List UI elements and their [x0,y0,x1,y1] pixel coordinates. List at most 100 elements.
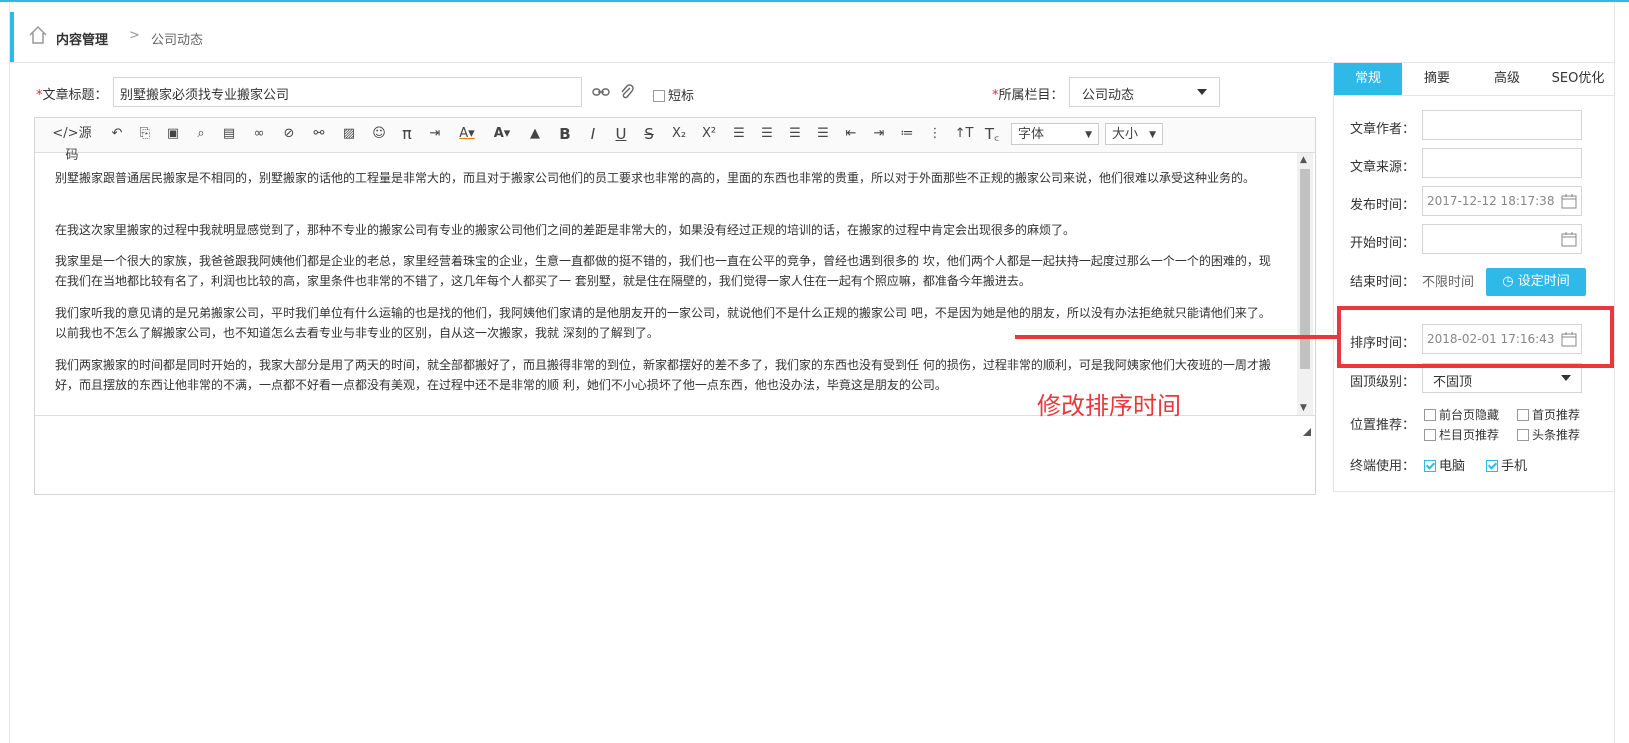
link-icon[interactable] [592,85,610,99]
breadcrumb-current: 公司动态 [151,33,204,48]
template-icon[interactable]: ▤ [219,123,239,145]
resize-handle-icon[interactable] [1303,428,1311,436]
editor-scrollbar[interactable]: ▲ ▼ [1297,153,1313,415]
checkbox[interactable] [1517,428,1529,441]
text-direction-icon[interactable]: ↑T [953,123,975,145]
top-level-label: 固顶级别： [1350,375,1416,390]
pc-checkbox[interactable]: 电脑 [1424,455,1465,474]
set-time-label: 设定时间 [1517,274,1570,289]
set-time-button[interactable]: ◷ 设定时间 [1486,268,1586,296]
home-recommend-checkbox[interactable]: 首页推荐 [1517,406,1580,423]
size-select[interactable]: 大小 ▼ [1105,123,1163,145]
checkbox-checked[interactable] [1424,459,1436,472]
clear-format-icon[interactable]: ▲ [525,123,545,145]
author-input[interactable] [1422,110,1582,140]
tab-summary[interactable]: 摘要 [1402,63,1472,95]
breadcrumb-accent [10,12,14,62]
hide-frontend-checkbox[interactable]: 前台页隐藏 [1424,406,1499,423]
scroll-down-icon[interactable]: ▼ [1300,403,1307,413]
paragraph: 别墅搬家跟普通居民搬家是不相同的，别墅搬家的话他的工程量是非常大的，而且对于搬家… [55,171,1256,185]
short-title-checkbox[interactable]: 短标 [653,85,694,104]
image-icon[interactable]: ▨ [339,123,359,145]
justify-icon[interactable]: ☰ [813,123,833,145]
hide-frontend-label: 前台页隐藏 [1439,408,1500,422]
source-button[interactable]: </>源码 [47,123,97,163]
bg-color-icon[interactable]: A▾ [489,123,515,145]
end-time-label: 结束时间： [1350,275,1416,290]
position-label: 位置推荐： [1350,418,1416,433]
column-recommend-checkbox[interactable]: 栏目页推荐 [1424,426,1499,443]
paragraph: 我家里是一个很大的家族，我爸爸跟我阿姨他们都是企业的老总，家里经营着珠宝的企业，… [55,254,1271,288]
size-select-value: 大小 [1112,127,1139,142]
subscript-icon[interactable]: X₂ [667,123,691,145]
bold-icon[interactable]: B [555,123,575,145]
headline-recommend-checkbox[interactable]: 头条推荐 [1517,426,1580,443]
font-color-icon[interactable]: A▾ [455,123,479,145]
checkbox-checked[interactable] [1486,459,1498,472]
annotation-arrow-line [1015,335,1338,339]
copy-icon[interactable]: ⎘ [135,123,155,145]
source-input[interactable] [1422,148,1582,178]
column-recommend-label: 栏目页推荐 [1439,428,1500,442]
short-title-check-box[interactable] [653,89,665,102]
dropdown-arrow-icon [1197,89,1207,95]
unordered-list-icon[interactable]: ⋮ [925,123,945,145]
anchor-icon[interactable]: ⚯ [309,123,329,145]
tab-advanced[interactable]: 高级 [1472,63,1542,95]
start-time-input[interactable] [1422,224,1582,254]
title-input[interactable]: 别墅搬家必须找专业搬家公司 [113,77,582,107]
align-center-icon[interactable]: ☰ [757,123,777,145]
source-label: 文章来源： [1350,160,1416,175]
scroll-up-icon[interactable]: ▲ [1300,155,1307,165]
tab-seo[interactable]: SEO优化 [1542,63,1614,95]
start-time-label: 开始时间： [1350,236,1416,251]
strikethrough-icon[interactable]: S [639,123,659,145]
column-label-text: 所属栏目： [998,88,1064,103]
settings-panel: 常规 摘要 高级 SEO优化 文章作者： 文章来源： 发布时间： 2017-12… [1333,62,1615,492]
end-time-value: 不限时间 [1422,275,1475,290]
attachment-icon[interactable] [620,83,634,101]
publish-time-label: 发布时间： [1350,198,1416,213]
publish-time-input[interactable]: 2017-12-12 18:17:38 [1422,186,1582,216]
mobile-label: 手机 [1501,459,1528,474]
chevron-down-icon: ▼ [1085,130,1092,140]
title-label: *文章标题： [36,84,108,103]
superscript-icon[interactable]: X² [697,123,721,145]
indent-icon[interactable]: ⇥ [869,123,889,145]
column-select-value: 公司动态 [1082,88,1135,103]
breadcrumb-home[interactable]: 内容管理 [56,29,108,48]
column-select[interactable]: 公司动态 [1069,77,1220,107]
checkbox[interactable] [1517,408,1529,421]
terminal-label: 终端使用： [1350,459,1416,474]
checkbox[interactable] [1424,408,1436,421]
calendar-icon[interactable] [1561,231,1577,247]
font-select[interactable]: 字体 ▼ [1011,123,1099,145]
paste-icon[interactable]: ▣ [163,123,183,145]
italic-icon[interactable]: I [583,123,603,145]
rich-text-editor[interactable]: </>源码 ↶ ⎘ ▣ ⌕ ▤ ∞ ⊘ ⚯ ▨ ☺ π ⇥ A▾ A▾ ▲ B … [34,117,1316,495]
mobile-checkbox[interactable]: 手机 [1486,455,1527,474]
clear-text-icon[interactable]: T꜀ [981,123,1003,145]
align-right-icon[interactable]: ☰ [785,123,805,145]
outdent-icon[interactable]: ⇤ [841,123,861,145]
link-toolbar-icon[interactable]: ∞ [249,123,269,145]
underline-icon[interactable]: U [611,123,631,145]
formula-icon[interactable]: π [397,123,417,145]
chevron-right-icon: > [129,28,140,43]
emoticon-icon[interactable]: ☺ [369,123,389,145]
pc-label: 电脑 [1439,459,1466,474]
indent-line-icon[interactable]: ⇥ [425,123,445,145]
panel-tabs: 常规 摘要 高级 SEO优化 [1334,63,1614,96]
preview-icon[interactable]: ⌕ [191,123,211,145]
home-icon[interactable] [28,25,48,45]
calendar-icon[interactable] [1561,193,1577,209]
unlink-icon[interactable]: ⊘ [279,123,299,145]
ordered-list-icon[interactable]: ≔ [897,123,917,145]
scrollbar-thumb[interactable] [1300,169,1310,369]
align-left-icon[interactable]: ☰ [729,123,749,145]
undo-icon[interactable]: ↶ [107,123,127,145]
tab-general[interactable]: 常规 [1334,63,1402,95]
checkbox[interactable] [1424,428,1436,441]
editor-content[interactable]: 别墅搬家跟普通居民搬家是不相同的，别墅搬家的话他的工程量是非常大的，而且对于搬家… [35,153,1297,415]
breadcrumb: 内容管理 > 公司动态 [10,12,1614,63]
